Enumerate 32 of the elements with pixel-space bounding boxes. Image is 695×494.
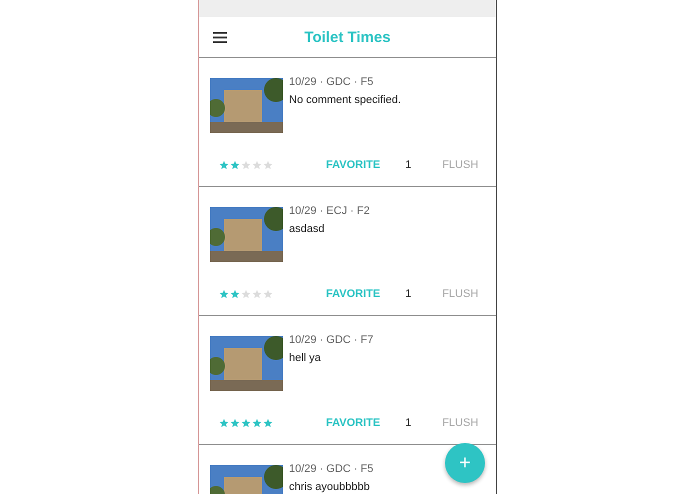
star-icon — [241, 160, 251, 170]
star-icon — [230, 160, 240, 170]
post-meta: 10/29 · ECJ · F2 — [289, 205, 370, 217]
star-icon — [252, 160, 262, 170]
favorite-count: 1 — [405, 159, 412, 171]
star-icon — [263, 160, 273, 170]
post-comment: asdasd — [289, 223, 326, 235]
star-icon — [230, 289, 240, 299]
star-icon — [252, 289, 262, 299]
app-title: Toilet Times — [304, 28, 391, 46]
post-meta: 10/29 · GDC · F7 — [289, 334, 374, 346]
add-button[interactable]: + — [445, 443, 485, 483]
star-icon — [219, 160, 229, 170]
star-icon — [252, 418, 262, 428]
favorite-count: 1 — [405, 288, 412, 300]
star-icon — [263, 418, 273, 428]
favorite-count: 1 — [405, 417, 412, 429]
star-icon — [263, 289, 273, 299]
post-meta: 10/29 · GDC · F5 — [289, 463, 374, 475]
favorite-button[interactable]: FAVORITE — [324, 158, 382, 172]
post-comment: hell ya — [289, 352, 322, 364]
post-comment: chris ayoubbbbb — [289, 481, 371, 493]
star-icon — [230, 418, 240, 428]
star-icon — [219, 418, 229, 428]
star-icon — [241, 289, 251, 299]
menu-icon[interactable] — [213, 32, 227, 42]
star-icon — [241, 418, 251, 428]
star-icon — [219, 289, 229, 299]
post-comment: No comment specified. — [289, 94, 401, 106]
post-meta: 10/29 · GDC · F5 — [289, 76, 374, 88]
favorite-button[interactable]: FAVORITE — [324, 287, 382, 301]
favorite-button[interactable]: FAVORITE — [324, 416, 382, 430]
